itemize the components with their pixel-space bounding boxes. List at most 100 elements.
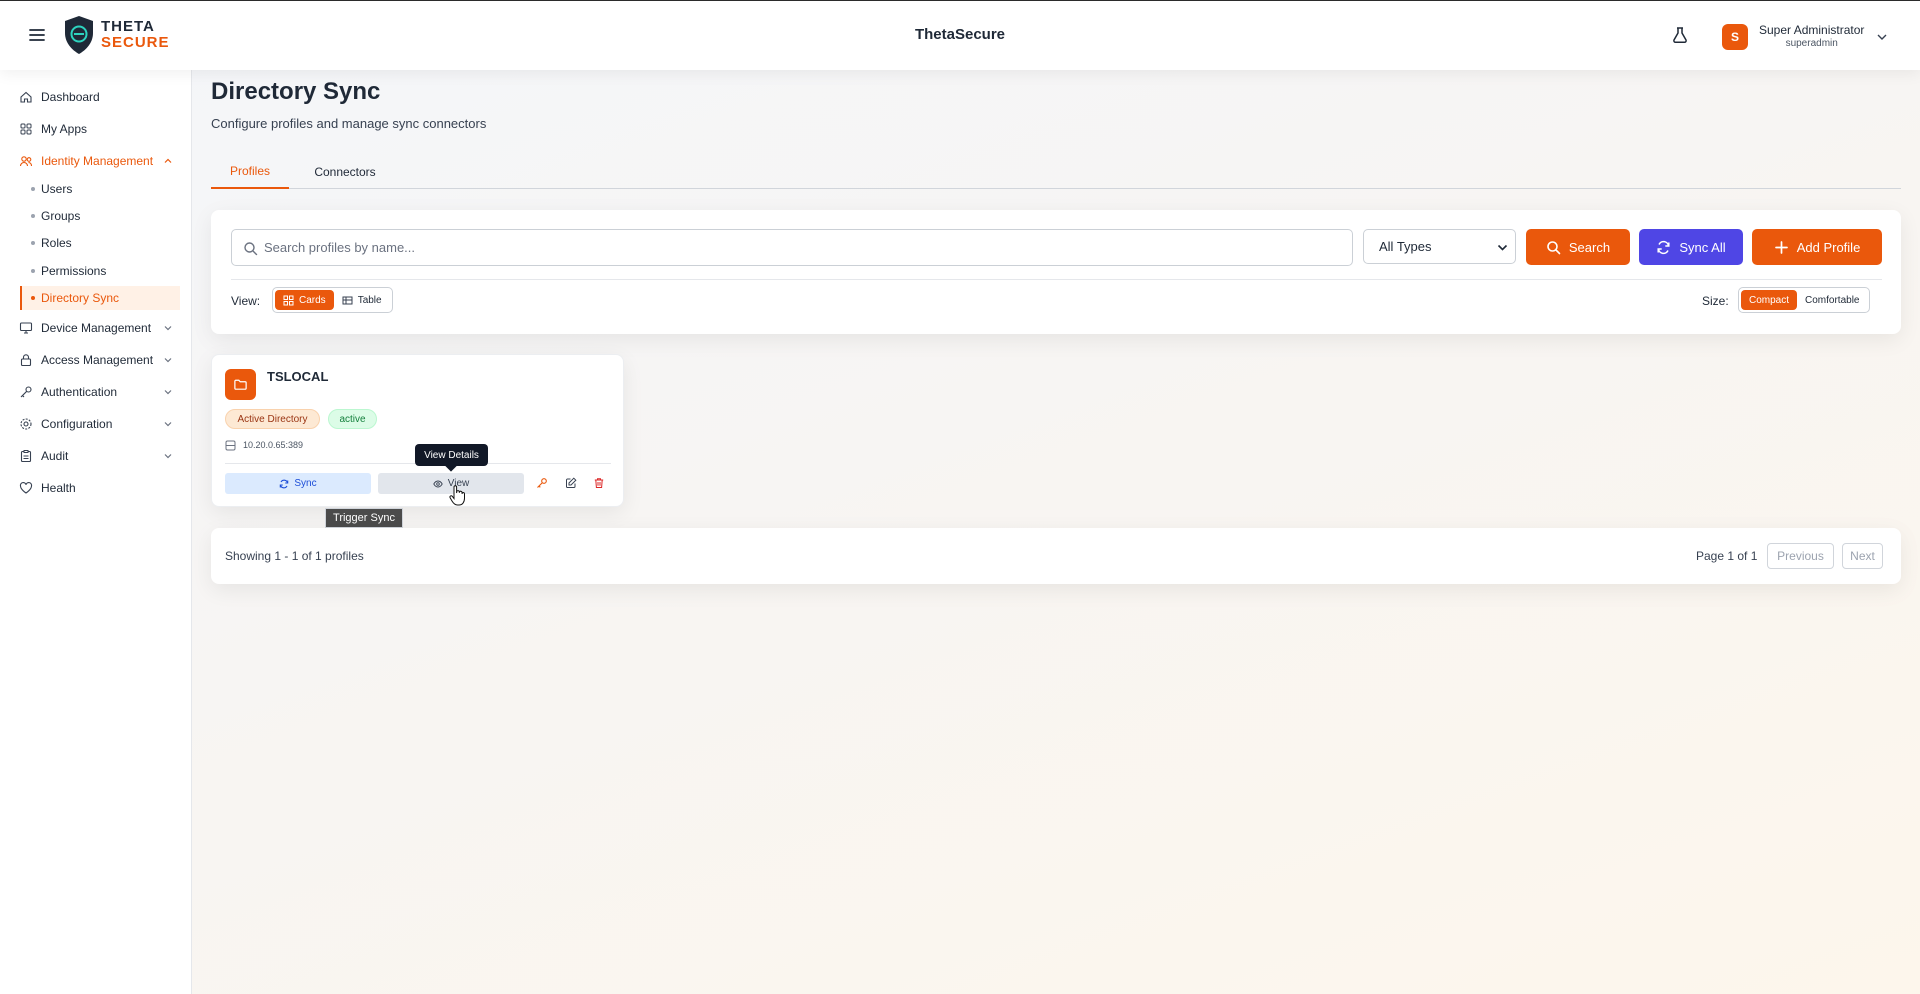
- profile-card: TSLOCAL Active Directory active 10.20.0.…: [211, 354, 624, 507]
- menu-toggle-button[interactable]: [27, 25, 47, 45]
- sidebar-item-audit[interactable]: Audit: [15, 443, 180, 469]
- avatar: S: [1722, 24, 1748, 50]
- logo-text: THETA SECURE: [101, 19, 170, 51]
- chevron-down-icon: [164, 390, 172, 395]
- tab-bar: Profiles Connectors: [211, 154, 1901, 189]
- users-icon: [19, 156, 33, 167]
- page-title: Directory Sync: [211, 78, 381, 105]
- sidebar-item-label: Identity Management: [41, 154, 154, 168]
- tab-profiles[interactable]: Profiles: [211, 154, 289, 189]
- previous-page-button[interactable]: Previous: [1767, 543, 1834, 569]
- search-icon: [1547, 240, 1561, 254]
- profile-name: TSLOCAL: [267, 369, 329, 384]
- sidebar-item-access-management[interactable]: Access Management: [15, 347, 180, 373]
- sidebar-item-health[interactable]: Health: [15, 475, 180, 501]
- delete-profile-button[interactable]: [590, 474, 608, 492]
- app-logo[interactable]: THETA SECURE: [63, 15, 170, 55]
- trigger-sync-button[interactable]: Sync: [225, 473, 371, 494]
- toolbar-divider: [231, 279, 1882, 280]
- edit-profile-button[interactable]: [562, 474, 580, 492]
- view-details-label: View: [447, 478, 470, 489]
- flask-icon: [1673, 27, 1687, 43]
- sidebar-subitem-users[interactable]: Users: [20, 177, 180, 201]
- table-icon: [342, 296, 353, 304]
- sync-icon: [280, 479, 289, 488]
- sidebar-subitem-roles[interactable]: Roles: [20, 231, 180, 255]
- results-count: Showing 1 - 1 of 1 profiles: [225, 549, 364, 563]
- sidebar-item-label: Directory Sync: [41, 291, 120, 305]
- sidebar-item-label: Access Management: [41, 353, 154, 367]
- page-subtitle: Configure profiles and manage sync conne…: [211, 116, 487, 131]
- bullet-dot: [31, 269, 35, 273]
- folder-icon: [234, 379, 247, 390]
- apps-grid-icon: [20, 123, 32, 135]
- sync-all-button[interactable]: Sync All: [1639, 229, 1743, 265]
- view-table-label: Table: [357, 294, 382, 306]
- key-icon: [20, 386, 32, 398]
- sidebar-item-dashboard[interactable]: Dashboard: [15, 84, 180, 110]
- chevron-down-icon: [1497, 244, 1508, 251]
- next-page-button[interactable]: Next: [1842, 543, 1883, 569]
- logo-line-1: THETA: [101, 18, 155, 35]
- user-menu[interactable]: S Super Administrator superadmin: [1722, 21, 1888, 53]
- profile-type-badge: Active Directory: [225, 409, 320, 429]
- shield-logo-icon: [65, 16, 93, 54]
- size-label: Size:: [1702, 294, 1729, 308]
- add-profile-button[interactable]: Add Profile: [1752, 229, 1882, 265]
- bullet-dot: [31, 241, 35, 245]
- chevron-down-icon: [164, 454, 172, 459]
- key-icon: [537, 478, 547, 488]
- sidebar-item-identity-management[interactable]: Identity Management: [15, 148, 180, 174]
- size-compact-label: Compact: [1749, 294, 1790, 306]
- lab-features-button[interactable]: [1670, 25, 1690, 45]
- pagination-bar: Showing 1 - 1 of 1 profiles Page 1 of 1 …: [211, 528, 1901, 584]
- add-profile-button-label: Add Profile: [1796, 239, 1861, 255]
- top-header: THETA SECURE ThetaSecure S Super Adminis…: [0, 0, 1920, 70]
- tab-connectors[interactable]: Connectors: [305, 154, 385, 189]
- monitor-icon: [19, 322, 33, 334]
- sidebar-item-label: Permissions: [41, 264, 107, 278]
- logo-line-2: SECURE: [101, 34, 170, 51]
- chevron-down-icon: [1877, 34, 1887, 40]
- app-title: ThetaSecure: [914, 26, 1006, 43]
- user-info: Super Administrator superadmin: [1759, 24, 1864, 50]
- page-indicator: Page 1 of 1: [1696, 549, 1758, 563]
- size-comfortable-button[interactable]: Comfortable: [1797, 290, 1867, 310]
- sidebar-item-authentication[interactable]: Authentication: [15, 379, 180, 405]
- view-toggle: Cards Table: [272, 287, 393, 313]
- sidebar-item-configuration[interactable]: Configuration: [15, 411, 180, 437]
- edit-icon: [566, 477, 577, 488]
- sidebar-subitem-groups[interactable]: Groups: [20, 204, 180, 228]
- sidebar-item-label: Configuration: [41, 417, 113, 431]
- size-comfortable-label: Comfortable: [1805, 294, 1860, 306]
- view-table-button[interactable]: Table: [334, 290, 390, 310]
- sidebar-item-label: My Apps: [41, 122, 88, 136]
- clipboard-icon: [20, 450, 32, 463]
- search-input[interactable]: [264, 230, 1344, 265]
- eye-icon: [433, 480, 443, 487]
- size-toggle: Compact Comfortable: [1738, 287, 1871, 313]
- sidebar-item-label: Audit: [41, 449, 69, 463]
- profile-icon-tile: [225, 369, 256, 400]
- type-filter-select[interactable]: All Types: [1363, 229, 1516, 264]
- test-connection-button[interactable]: [533, 474, 551, 492]
- search-button[interactable]: Search: [1526, 229, 1630, 265]
- sidebar-item-label: Dashboard: [41, 90, 100, 104]
- chevron-down-icon: [164, 422, 172, 427]
- sidebar-item-my-apps[interactable]: My Apps: [15, 116, 180, 142]
- plus-icon: [1774, 240, 1788, 254]
- sync-icon: [1657, 240, 1670, 254]
- sidebar-subitem-permissions[interactable]: Permissions: [20, 259, 180, 283]
- trash-icon: [594, 478, 604, 488]
- home-icon: [20, 91, 32, 103]
- view-cards-label: Cards: [299, 294, 326, 306]
- sidebar-subitem-directory-sync[interactable]: Directory Sync: [20, 286, 180, 310]
- chevron-down-icon: [164, 358, 172, 363]
- user-role: superadmin: [1785, 38, 1838, 49]
- lock-icon: [20, 354, 32, 367]
- view-details-button[interactable]: View: [378, 473, 524, 494]
- sidebar-item-device-management[interactable]: Device Management: [15, 315, 180, 341]
- bullet-dot: [31, 187, 35, 191]
- view-cards-button[interactable]: Cards: [275, 290, 334, 310]
- size-compact-button[interactable]: Compact: [1741, 290, 1798, 310]
